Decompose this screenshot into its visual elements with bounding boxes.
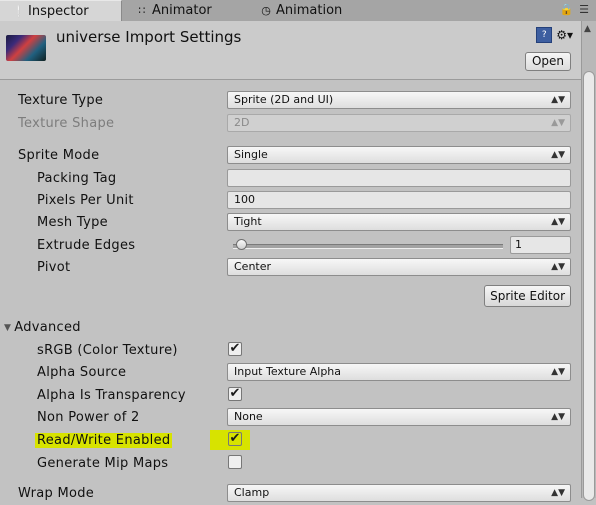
lock-icon[interactable]: 🔒 [560, 3, 575, 16]
texture-shape-value: 2D [234, 116, 250, 129]
tab-animation[interactable]: ◷ Animation [260, 0, 342, 21]
sprite-editor-button[interactable]: Sprite Editor [484, 285, 571, 307]
texture-shape-label: Texture Shape [18, 116, 115, 131]
wrap-mode-value: Clamp [234, 486, 270, 499]
texture-shape-dropdown: 2D ▲▼ [227, 114, 571, 132]
row-srgb: sRGB (Color Texture) ✔ [0, 340, 581, 362]
scroll-up-arrow-icon[interactable]: ▲ [584, 24, 591, 34]
row-mesh-type: Mesh Type Tight ▲▼ [0, 212, 581, 234]
pivot-dropdown[interactable]: Center ▲▼ [227, 258, 571, 276]
row-read-write: Read/Write Enabled ✔ [0, 430, 581, 452]
tab-label: Animator [152, 3, 212, 18]
dropdown-arrow-icon: ▲▼ [551, 217, 565, 227]
packing-tag-input[interactable] [227, 169, 571, 187]
pivot-value: Center [234, 260, 272, 273]
srgb-label: sRGB (Color Texture) [37, 343, 178, 358]
scrollbar[interactable]: ▲ [581, 21, 596, 501]
extrude-edges-input[interactable]: 1 [510, 236, 571, 254]
menu-icon[interactable]: ☰ [579, 3, 590, 16]
sprite-mode-dropdown[interactable]: Single ▲▼ [227, 146, 571, 164]
row-extrude-edges: Extrude Edges 1 [0, 235, 581, 257]
alpha-transparency-checkbox[interactable]: ✔ [228, 387, 242, 401]
mesh-type-dropdown[interactable]: Tight ▲▼ [227, 213, 571, 231]
texture-thumbnail [6, 35, 46, 61]
read-write-checkbox[interactable]: ✔ [228, 432, 242, 446]
dropdown-arrow-icon: ▲▼ [551, 262, 565, 272]
info-icon: ❕ [12, 5, 26, 18]
texture-type-dropdown[interactable]: Sprite (2D and UI) ▲▼ [227, 91, 571, 109]
texture-type-label: Texture Type [18, 93, 104, 108]
open-button[interactable]: Open [524, 52, 571, 71]
read-write-label: Read/Write Enabled [35, 433, 173, 448]
dropdown-arrow-icon: ▲▼ [551, 488, 565, 498]
extrude-edges-slider-track[interactable] [233, 244, 503, 249]
extrude-edges-slider-handle[interactable] [235, 239, 247, 250]
alpha-transparency-label: Alpha Is Transparency [37, 388, 186, 403]
tab-bar: ❕ Inspector ∷ Animator ◷ Animation 🔒 ☰ [0, 0, 596, 22]
tab-animator[interactable]: ∷ Animator [136, 0, 212, 21]
npot-label: Non Power of 2 [37, 410, 140, 425]
advanced-foldout[interactable]: ▼ Advanced [0, 317, 581, 339]
mesh-type-label: Mesh Type [37, 215, 108, 230]
pivot-label: Pivot [37, 260, 71, 275]
row-wrap-mode: Wrap Mode Clamp ▲▼ [0, 483, 581, 505]
srgb-checkbox[interactable]: ✔ [228, 342, 242, 356]
dropdown-arrow-icon: ▲▼ [551, 118, 565, 128]
scrollbar-thumb[interactable] [583, 71, 595, 501]
mesh-type-value: Tight [234, 215, 262, 228]
row-non-power-of-2: Non Power of 2 None ▲▼ [0, 407, 581, 429]
dropdown-arrow-icon: ▲▼ [551, 412, 565, 422]
advanced-label: Advanced [14, 320, 81, 335]
animator-icon: ∷ [138, 4, 146, 17]
alpha-source-value: Input Texture Alpha [234, 365, 342, 378]
alpha-source-dropdown[interactable]: Input Texture Alpha ▲▼ [227, 363, 571, 381]
row-mipmaps: Generate Mip Maps [0, 453, 581, 475]
clock-icon: ◷ [261, 4, 271, 17]
extrude-edges-label: Extrude Edges [37, 238, 136, 253]
pixels-per-unit-input[interactable]: 100 [227, 191, 571, 209]
pixels-per-unit-label: Pixels Per Unit [37, 193, 134, 208]
dropdown-arrow-icon: ▲▼ [551, 367, 565, 377]
panel-menu[interactable]: 🔒 ☰ [560, 3, 590, 16]
sprite-mode-label: Sprite Mode [18, 148, 100, 163]
row-texture-shape: Texture Shape 2D ▲▼ [0, 113, 581, 135]
npot-dropdown[interactable]: None ▲▼ [227, 408, 571, 426]
row-pivot: Pivot Center ▲▼ [0, 257, 581, 279]
texture-type-value: Sprite (2D and UI) [234, 93, 334, 106]
tab-label: Inspector [28, 4, 89, 19]
row-texture-type: Texture Type Sprite (2D and UI) ▲▼ [0, 90, 581, 112]
page-title: universe Import Settings [56, 28, 242, 46]
npot-value: None [234, 410, 263, 423]
packing-tag-label: Packing Tag [37, 171, 117, 186]
wrap-mode-dropdown[interactable]: Clamp ▲▼ [227, 484, 571, 502]
row-packing-tag: Packing Tag [0, 168, 581, 190]
wrap-mode-label: Wrap Mode [18, 486, 95, 501]
help-book-icon[interactable]: ? [536, 27, 553, 43]
row-alpha-transparency: Alpha Is Transparency ✔ [0, 385, 581, 407]
row-sprite-mode: Sprite Mode Single ▲▼ [0, 145, 581, 167]
foldout-arrow-icon[interactable]: ▼ [4, 323, 11, 333]
row-alpha-source: Alpha Source Input Texture Alpha ▲▼ [0, 362, 581, 384]
tab-inspector[interactable]: ❕ Inspector [0, 0, 122, 21]
dropdown-arrow-icon: ▲▼ [551, 95, 565, 105]
mipmaps-label: Generate Mip Maps [37, 456, 169, 471]
alpha-source-label: Alpha Source [37, 365, 127, 380]
dropdown-arrow-icon: ▲▼ [551, 150, 565, 160]
mipmaps-checkbox[interactable] [228, 455, 242, 469]
tab-label: Animation [276, 3, 343, 18]
gear-icon[interactable]: ⚙▾ [556, 28, 573, 42]
sprite-mode-value: Single [234, 148, 268, 161]
row-pixels-per-unit: Pixels Per Unit 100 [0, 190, 581, 212]
inspector-header: universe Import Settings ? ⚙▾ Open [0, 21, 581, 80]
